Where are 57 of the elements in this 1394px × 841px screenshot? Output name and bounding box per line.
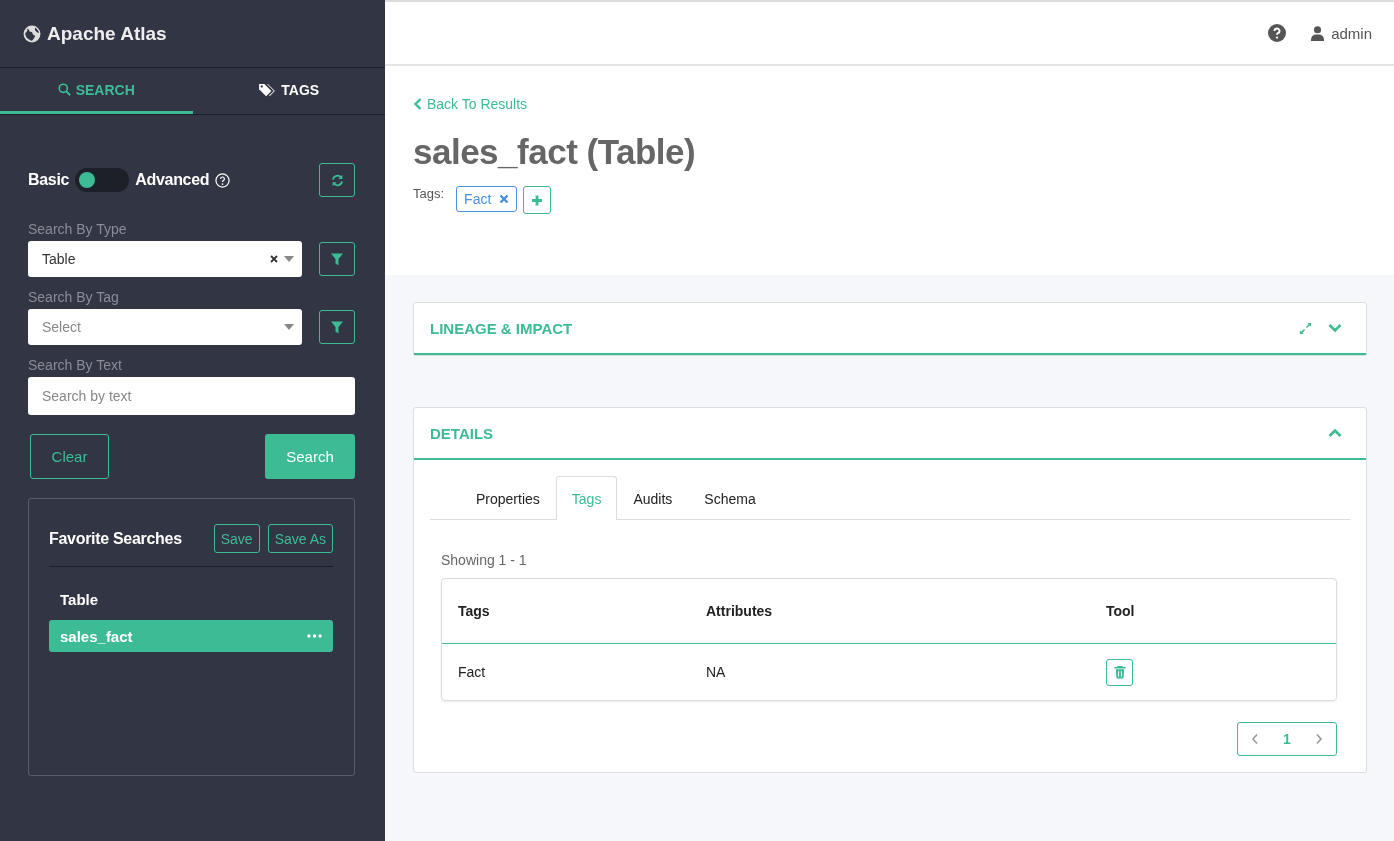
details-tab[interactable]: Audits xyxy=(617,476,689,520)
search-text-field[interactable]: Search by text xyxy=(28,377,355,415)
column-header: Attributes xyxy=(706,603,774,619)
filter-icon xyxy=(331,252,343,266)
caret-icon xyxy=(284,324,294,330)
column-header: Tool xyxy=(1106,603,1136,619)
previous-page-icon[interactable] xyxy=(1249,733,1260,745)
field-label: Search By Type xyxy=(28,221,128,237)
save-as-button[interactable]: Save As xyxy=(267,524,333,553)
refresh-icon xyxy=(330,173,344,187)
advanced-label: Advanced xyxy=(135,171,210,189)
filter-button[interactable] xyxy=(319,310,355,344)
table-cell-text: NA xyxy=(706,664,727,680)
sidebar-tab[interactable]: SEARCH xyxy=(0,68,193,114)
filter-icon xyxy=(331,320,343,334)
plus-icon xyxy=(531,193,544,207)
globe-icon xyxy=(23,24,41,43)
details-tab[interactable]: Schema xyxy=(688,476,772,520)
type-select[interactable]: Table xyxy=(28,241,302,277)
user-icon xyxy=(1310,25,1326,41)
help-icon[interactable] xyxy=(215,172,231,188)
tag-select[interactable]: Select xyxy=(28,309,302,345)
tags-icon xyxy=(258,82,277,97)
trash-icon xyxy=(1113,665,1126,679)
add-tag-button[interactable] xyxy=(523,186,552,214)
remove-icon[interactable] xyxy=(499,193,510,205)
clear-button[interactable]: Clear xyxy=(30,434,109,479)
search-icon xyxy=(57,83,71,96)
chevron-up-icon[interactable] xyxy=(1328,428,1342,438)
mode-toggle[interactable] xyxy=(75,168,130,192)
field-label: Search By Tag xyxy=(28,289,120,305)
favorites-title: Favorite Searches xyxy=(49,529,183,548)
tag-chip[interactable]: Fact xyxy=(456,186,518,212)
tags-label: Tags: xyxy=(413,186,445,201)
delete-button[interactable] xyxy=(1106,658,1133,686)
sidebar-tab[interactable]: TAGS xyxy=(192,68,385,114)
expand-icon[interactable] xyxy=(1299,321,1312,335)
field-label: Search By Text xyxy=(28,357,123,373)
clear-icon[interactable] xyxy=(270,255,278,263)
user-name[interactable]: admin xyxy=(1331,24,1372,42)
chevron-left-icon xyxy=(413,98,423,110)
entity-title: sales_fact (Table) xyxy=(413,132,697,172)
basic-label: Basic xyxy=(28,171,70,189)
filter-button[interactable] xyxy=(319,242,355,276)
next-page-icon[interactable] xyxy=(1314,733,1325,745)
refresh-button[interactable] xyxy=(319,163,355,197)
caret-icon xyxy=(284,256,294,262)
ellipsis-icon[interactable] xyxy=(307,634,322,638)
help-icon[interactable] xyxy=(1268,24,1287,42)
table-cell-text: Fact xyxy=(458,664,487,680)
favorites-group-label: Table xyxy=(59,590,100,610)
save-button[interactable]: Save xyxy=(213,524,260,553)
result-count: Showing 1 - 1 xyxy=(441,552,528,568)
app-name: Apache Atlas xyxy=(47,22,167,45)
column-header: Tags xyxy=(458,603,491,619)
chevron-down-icon[interactable] xyxy=(1328,323,1342,333)
details-tab[interactable]: Properties xyxy=(460,476,556,520)
